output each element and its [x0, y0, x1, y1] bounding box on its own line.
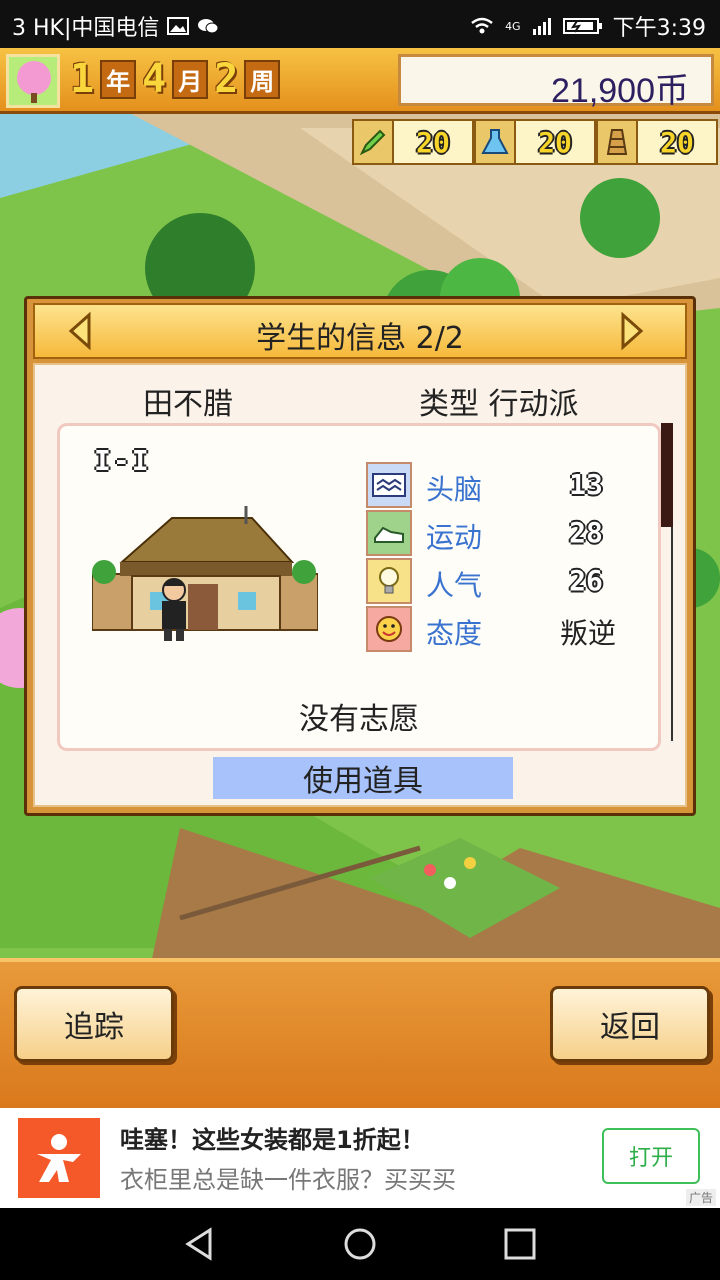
shoe-icon	[366, 510, 412, 556]
ad-logo-icon[interactable]	[18, 1118, 100, 1198]
wifi-icon	[471, 17, 493, 34]
stat-attitude: 态度 叛逆	[366, 606, 626, 654]
cherry-tree-icon	[17, 61, 51, 95]
money-value: 21,900币	[551, 72, 689, 110]
school-avatar[interactable]	[6, 54, 60, 108]
use-item-button[interactable]: 使用道具	[213, 757, 513, 799]
resource-value: 20	[516, 119, 596, 165]
ad-banner[interactable]: 哇塞！这些女装都是1折起！ 衣柜里总是缺一件衣服？买买买 打开 广告	[0, 1108, 720, 1208]
ad-subtitle[interactable]: 衣柜里总是缺一件衣服？买买买	[120, 1160, 456, 1195]
tower-icon	[596, 119, 638, 165]
stat-value: 28	[569, 516, 603, 549]
track-button[interactable]: 追踪	[14, 986, 174, 1062]
back-button[interactable]: 返回	[550, 986, 710, 1062]
stat-label: 头脑	[426, 473, 483, 506]
clock-text: 下午3:39	[612, 16, 706, 41]
card-scrollbar[interactable]	[661, 423, 673, 741]
dialog-title: 学生的信息 2/2	[256, 321, 464, 356]
recents-nav-icon[interactable]	[500, 1226, 540, 1262]
dialog-body: 田不腊 类型 行动派 I-I 头脑 13 运动 28 人气 26 态度 叛逆 没…	[33, 363, 687, 807]
resource-tower: 20	[596, 118, 718, 166]
signal-icon	[532, 18, 551, 35]
career-wish: 没有志愿	[299, 702, 419, 737]
next-arrow-icon[interactable]	[617, 311, 647, 351]
network-type: 4G	[505, 19, 521, 33]
carrier-text: 3 HK|中国电信	[12, 16, 160, 41]
student-info-dialog: 学生的信息 2/2 田不腊 类型 行动派 I-I 头脑 13 运动 28 人气 …	[24, 296, 696, 816]
stat-label: 态度	[426, 617, 483, 650]
resource-value: 20	[394, 119, 474, 165]
resource-value: 20	[638, 119, 718, 165]
student-home-icon	[92, 506, 318, 641]
money-display: 21,900币	[398, 54, 714, 110]
smiley-icon	[366, 606, 412, 652]
student-grade: I-I	[94, 444, 151, 477]
resource-bar: 20 20 20	[352, 118, 720, 166]
stat-value: 13	[569, 468, 603, 501]
home-nav-icon[interactable]	[340, 1226, 380, 1262]
lightbulb-icon	[366, 558, 412, 604]
student-type: 类型 行动派	[419, 387, 579, 422]
week-unit: 周	[244, 59, 281, 99]
top-hud: 1 年 4 月 2 周 21,900币	[0, 48, 720, 114]
battery-icon	[562, 18, 602, 34]
scrollbar-thumb[interactable]	[661, 423, 673, 527]
bottom-menu: 追踪 返回	[0, 958, 720, 1108]
stat-intelligence: 头脑 13	[366, 462, 626, 510]
stat-value: 叛逆	[559, 617, 616, 650]
nav-bar	[0, 1208, 720, 1280]
stat-label: 运动	[426, 521, 483, 554]
status-bar: 3 HK|中国电信 4G 下午3:39	[0, 0, 720, 48]
stat-label: 人气	[426, 569, 483, 602]
brain-icon	[366, 462, 412, 508]
student-stats: 头脑 13 运动 28 人气 26 态度 叛逆	[366, 462, 626, 654]
back-nav-icon[interactable]	[180, 1226, 220, 1262]
month-unit: 月	[172, 59, 209, 99]
student-card: I-I 头脑 13 运动 28 人气 26 态度 叛逆 没有志愿	[57, 423, 661, 751]
flask-icon	[474, 119, 516, 165]
ad-open-button[interactable]: 打开	[602, 1128, 700, 1184]
year-number: 1	[70, 56, 95, 102]
stat-value: 26	[569, 564, 603, 597]
stat-sports: 运动 28	[366, 510, 626, 558]
pencil-icon	[352, 119, 394, 165]
wechat-notification-icon	[198, 19, 219, 34]
resource-flask: 20	[474, 118, 596, 166]
gallery-notification-icon	[167, 17, 190, 35]
student-name: 田不腊	[143, 387, 233, 422]
ad-title[interactable]: 哇塞！这些女装都是1折起！	[120, 1120, 425, 1155]
dialog-header: 学生的信息 2/2	[33, 303, 687, 359]
resource-pencil: 20	[352, 118, 474, 166]
stat-popularity: 人气 26	[366, 558, 626, 606]
ad-tag: 广告	[685, 1189, 716, 1206]
game-date: 1 年 4 月 2 周	[70, 56, 281, 102]
year-unit: 年	[100, 59, 137, 99]
month-number: 4	[142, 56, 167, 102]
week-number: 2	[214, 56, 239, 102]
